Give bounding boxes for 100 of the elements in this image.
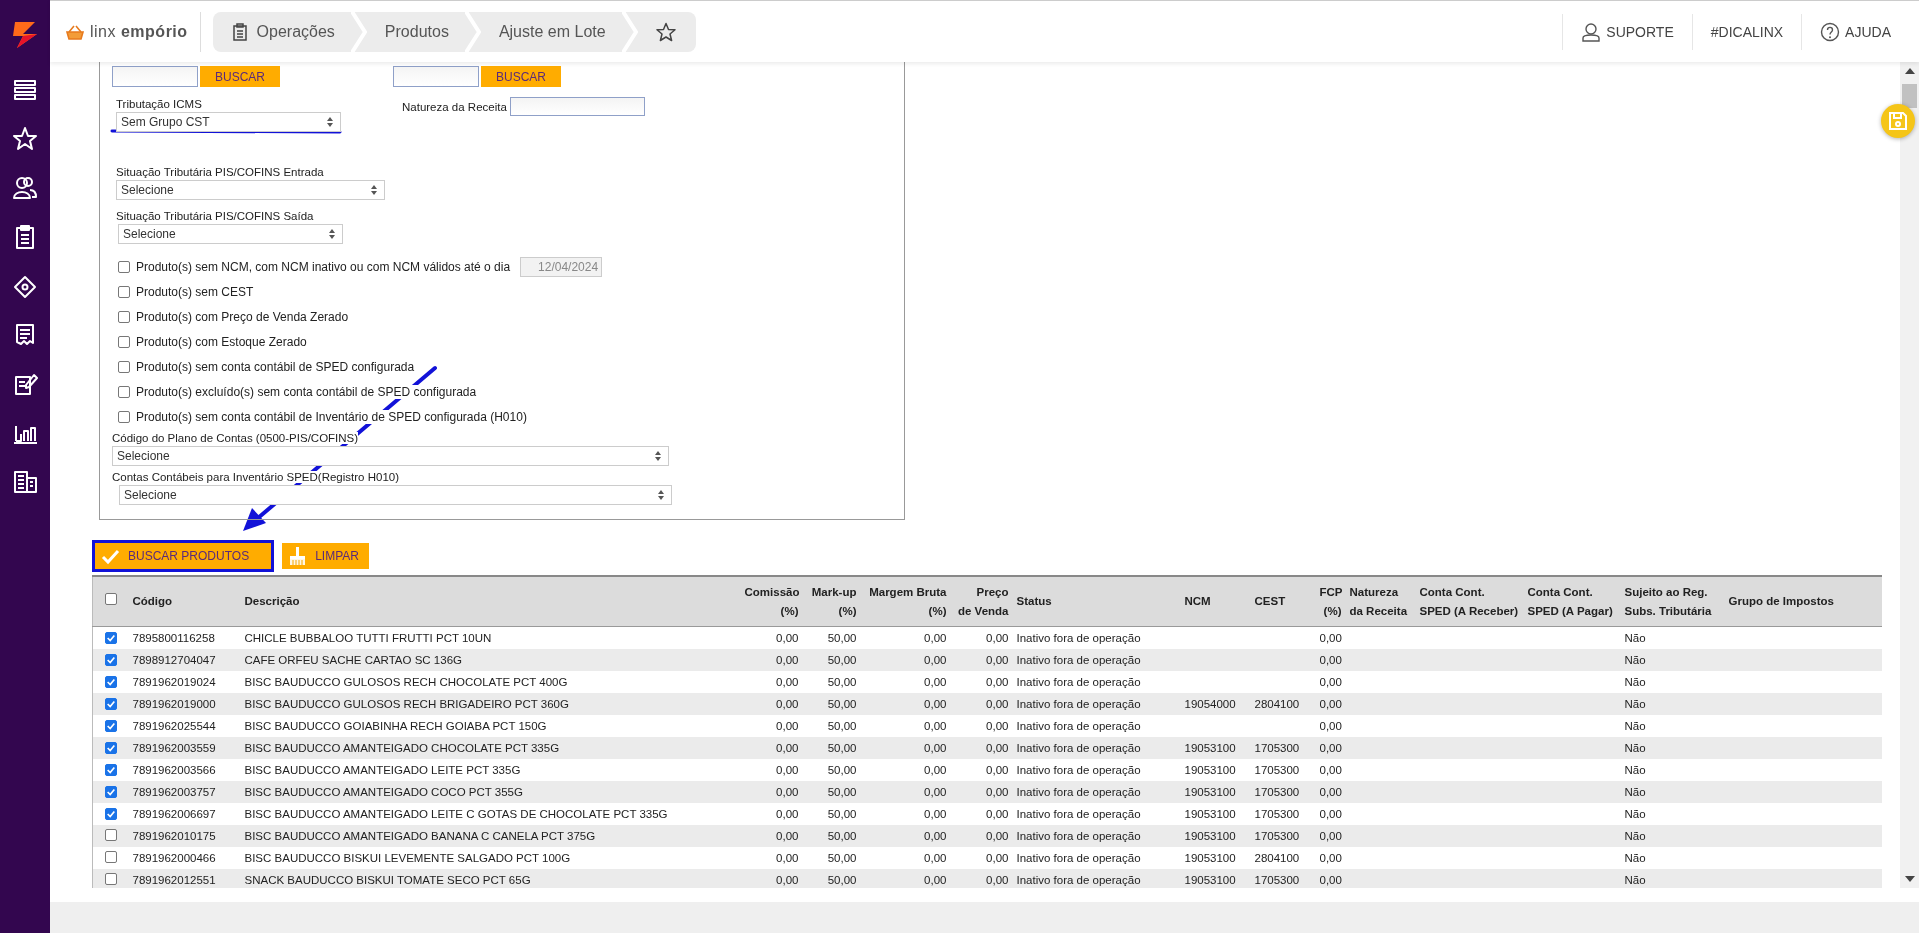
checkbox[interactable]	[118, 285, 130, 298]
table-cell: 0,00	[1319, 808, 1342, 820]
table-cell: CAFE ORFEU SACHE CARTAO SC 136G	[244, 654, 462, 666]
table-cell: Inativo fora de operação	[1016, 676, 1141, 688]
row-checkbox[interactable]	[104, 675, 117, 688]
field-label: Situação Tributária PIS/COFINS Entrada	[116, 166, 324, 178]
column-header: FCP (%)	[1315, 576, 1346, 627]
scroll-up-icon[interactable]	[1904, 68, 1915, 74]
checkbox[interactable]	[118, 260, 130, 273]
table-cell: 1705300	[1254, 764, 1300, 776]
select-all-checkbox[interactable]	[104, 593, 117, 605]
search-button[interactable]: BUSCAR	[481, 66, 561, 87]
check-icon	[101, 547, 120, 565]
row-checkbox[interactable]	[104, 697, 117, 710]
table-cell: 0,00	[776, 786, 799, 798]
table-cell: BISC BAUDUCCO AMANTEIGADO LEITE C GOTAS DE CHOCOLATE PCT 335G	[244, 808, 668, 820]
pis-entrada-select[interactable]: Selecione	[116, 180, 385, 200]
cest-field[interactable]	[393, 66, 479, 87]
table-cell: 7891962003757	[132, 786, 216, 798]
row-checkbox[interactable]	[104, 719, 117, 732]
table-cell: 0,00	[986, 676, 1009, 688]
clipboard-icon	[230, 22, 249, 41]
table-cell: 7891962019024	[132, 676, 216, 688]
row-checkbox[interactable]	[104, 653, 117, 666]
field-label: Contas Contábeis para Inventário SPED(Registro H010)	[112, 471, 399, 483]
checkbox[interactable]	[118, 310, 130, 323]
row-checkbox[interactable]	[104, 873, 117, 885]
header-link[interactable]: #DICALINX	[1691, 13, 1802, 50]
table-cell: 7891962019000	[132, 698, 216, 710]
table-cell: Inativo fora de operação	[1016, 698, 1141, 710]
option-label: Produto(s) sem CEST	[136, 284, 254, 299]
table-cell: 0,00	[776, 698, 799, 710]
check-icon	[105, 698, 116, 709]
row-checkbox[interactable]	[104, 807, 117, 820]
ticket-icon[interactable]	[12, 273, 38, 299]
breadcrumb-link[interactable]: Operações	[212, 11, 351, 52]
table-cell: 19053100	[1184, 874, 1236, 886]
icms-select[interactable]: Sem Grupo CST	[116, 112, 341, 132]
scrollbar[interactable]	[1900, 62, 1919, 888]
check-icon	[105, 742, 116, 753]
table-cell: 2804100	[1254, 698, 1300, 710]
sort-arrows-icon	[370, 185, 378, 195]
column-header: Preço de Venda	[950, 576, 1013, 627]
table-cell: 7891962012551	[132, 874, 216, 886]
checkbox[interactable]	[118, 335, 130, 348]
table-cell: Inativo fora de operação	[1016, 830, 1141, 842]
row-checkbox[interactable]	[104, 763, 117, 776]
users-icon[interactable]	[12, 175, 38, 201]
table-cell: 50,00	[827, 698, 857, 710]
menu-icon[interactable]	[12, 77, 38, 103]
table-cell: 0,00	[986, 786, 1009, 798]
breadcrumb-link[interactable]: Ajuste em Lote	[480, 11, 622, 52]
edit-icon[interactable]	[12, 371, 38, 397]
row-checkbox[interactable]	[104, 631, 117, 644]
table-cell: 0,00	[924, 830, 947, 842]
header-link[interactable]: SUPORTE	[1562, 13, 1692, 50]
table-cell: 0,00	[924, 654, 947, 666]
option-label: Produto(s) sem conta contábil de Inventário de SPED configurada (H010)	[136, 409, 527, 424]
checkbox[interactable]	[118, 385, 130, 398]
star-icon[interactable]	[12, 126, 38, 152]
table-cell: Inativo fora de operação	[1016, 874, 1141, 886]
building-icon[interactable]	[12, 469, 38, 495]
column-header: Comissão (%)	[740, 576, 803, 627]
table-cell: 0,00	[776, 830, 799, 842]
row-checkbox[interactable]	[104, 851, 117, 863]
scrollbar-thumb[interactable]	[1902, 84, 1917, 108]
scroll-down-icon[interactable]	[1904, 876, 1915, 882]
option-label: Produto(s) sem conta contábil de SPED configurada	[136, 359, 415, 374]
table-cell: Não	[1624, 742, 1646, 754]
table-cell: 0,00	[1319, 874, 1342, 886]
table-cell: 7891962025544	[132, 720, 216, 732]
clear-button[interactable]: LIMPAR	[282, 543, 369, 569]
search-products-button[interactable]: BUSCAR PRODUTOS	[95, 543, 272, 569]
table-cell: 0,00	[776, 632, 799, 644]
sort-arrows-icon	[657, 490, 665, 500]
table-cell: 0,00	[986, 874, 1009, 886]
breadcrumb-link[interactable]: Produtos	[366, 11, 465, 52]
table-cell: 19053100	[1184, 786, 1236, 798]
column-header: Conta Cont. SPED (A Receber)	[1415, 576, 1524, 627]
table-cell: 2804100	[1254, 852, 1300, 864]
user-icon	[1581, 21, 1602, 42]
natureza-field[interactable]	[509, 97, 645, 116]
checkbox[interactable]	[118, 410, 130, 423]
table-cell: 1705300	[1254, 808, 1300, 820]
table-cell: 1705300	[1254, 742, 1300, 754]
search-button[interactable]: BUSCAR	[200, 66, 280, 87]
option-label: Produto(s) sem NCM, com NCM inativo ou com NCM válidos até o dia	[136, 259, 511, 274]
plano-contas-select[interactable]: Selecione	[112, 446, 669, 466]
header-link[interactable]: AJUDA	[1801, 13, 1919, 50]
contas-contabeis-select[interactable]: Selecione	[119, 485, 672, 505]
pis-saida-select[interactable]: Selecione	[118, 224, 343, 244]
row-checkbox[interactable]	[104, 829, 117, 841]
ncm-field[interactable]	[112, 66, 198, 87]
table-cell: 50,00	[827, 852, 857, 864]
table-cell: 19053100	[1184, 742, 1236, 754]
table-cell: 0,00	[924, 808, 947, 820]
row-checkbox[interactable]	[104, 785, 117, 798]
checkbox[interactable]	[118, 360, 130, 373]
row-checkbox[interactable]	[104, 741, 117, 754]
table-cell: 0,00	[924, 698, 947, 710]
